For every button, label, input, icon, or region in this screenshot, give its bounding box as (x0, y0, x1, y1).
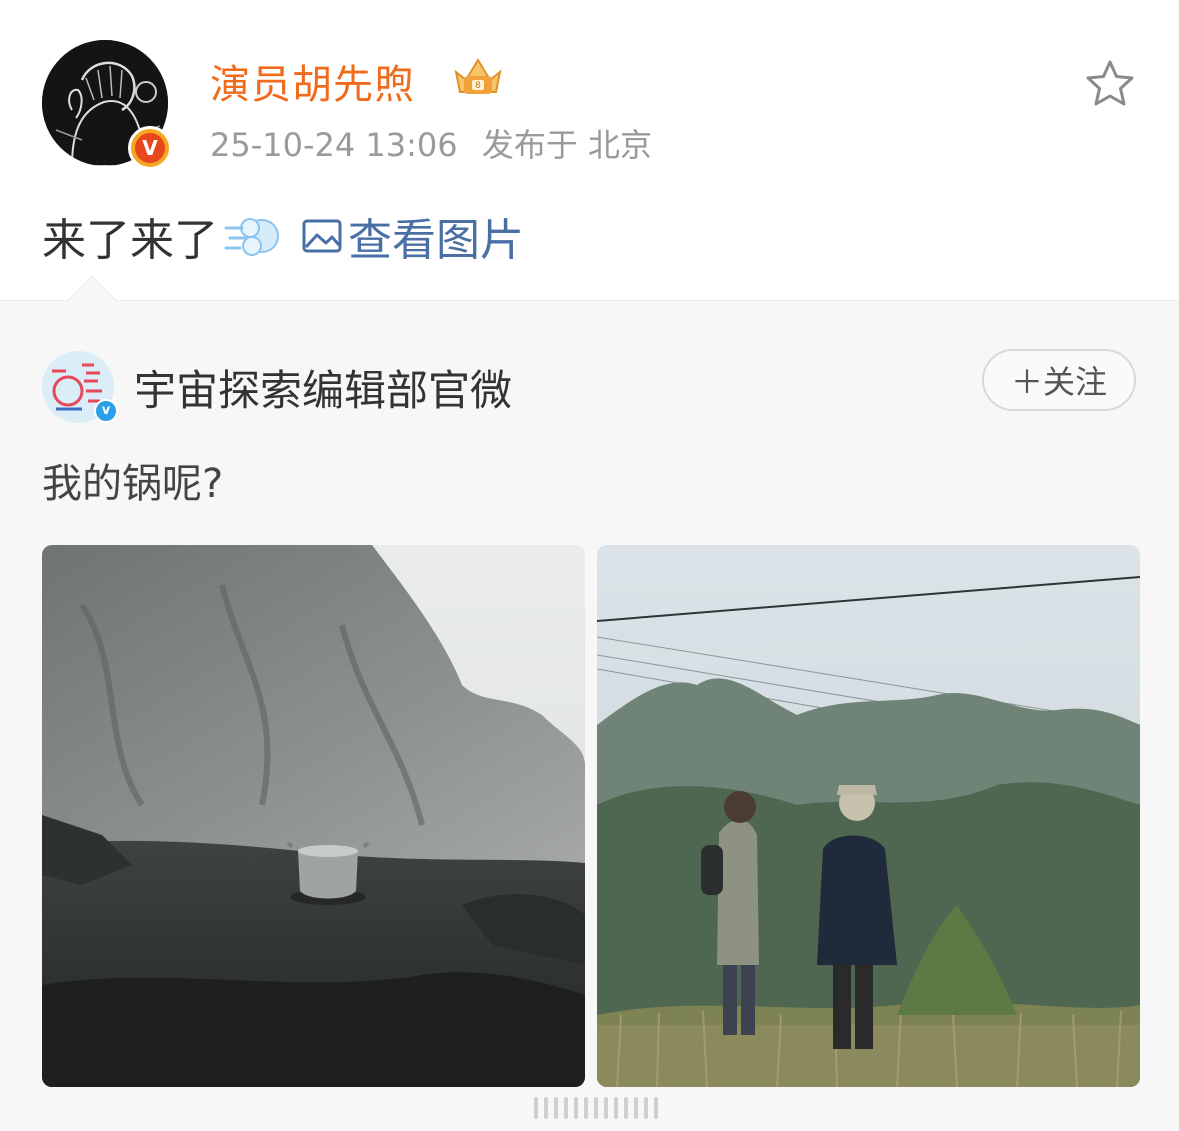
image-icon (302, 219, 342, 253)
svg-text:8: 8 (475, 81, 481, 91)
post-meta: 25-10-24 13:06 发布于 北京 (210, 120, 652, 166)
follow-button[interactable]: ＋关注 (982, 349, 1136, 411)
repost-image-2[interactable] (597, 545, 1140, 1087)
repost-verified-icon: v (94, 399, 118, 423)
author-name[interactable]: 演员胡先煦 (210, 52, 415, 110)
view-images-link[interactable]: 查看图片 (302, 204, 524, 268)
original-post: V 演员胡先煦 8 25-10-24 13:06 发布于 北京 来了来了 查看图… (0, 0, 1179, 300)
view-images-label: 查看图片 (348, 215, 524, 266)
star-outline-icon[interactable] (1084, 58, 1136, 110)
repost-author-name[interactable]: 宇宙探索编辑部官微 (134, 357, 512, 418)
post-timestamp: 25-10-24 13:06 (210, 126, 458, 164)
crown-icon[interactable]: 8 (452, 54, 504, 98)
repost-image-1[interactable] (42, 545, 585, 1087)
post-text: 来了来了 查看图片 (42, 204, 524, 268)
watermark-dots (534, 1097, 658, 1119)
post-text-content: 来了来了 (42, 215, 218, 266)
dash-puff-emoji-icon (224, 218, 279, 256)
verified-v-icon: V (128, 126, 172, 170)
repost-text: 我的锅呢? (42, 461, 224, 507)
post-location: 发布于 北京 (481, 126, 652, 164)
reposted-content[interactable]: v 宇宙探索编辑部官微 ＋关注 我的锅呢? (0, 275, 1179, 1131)
